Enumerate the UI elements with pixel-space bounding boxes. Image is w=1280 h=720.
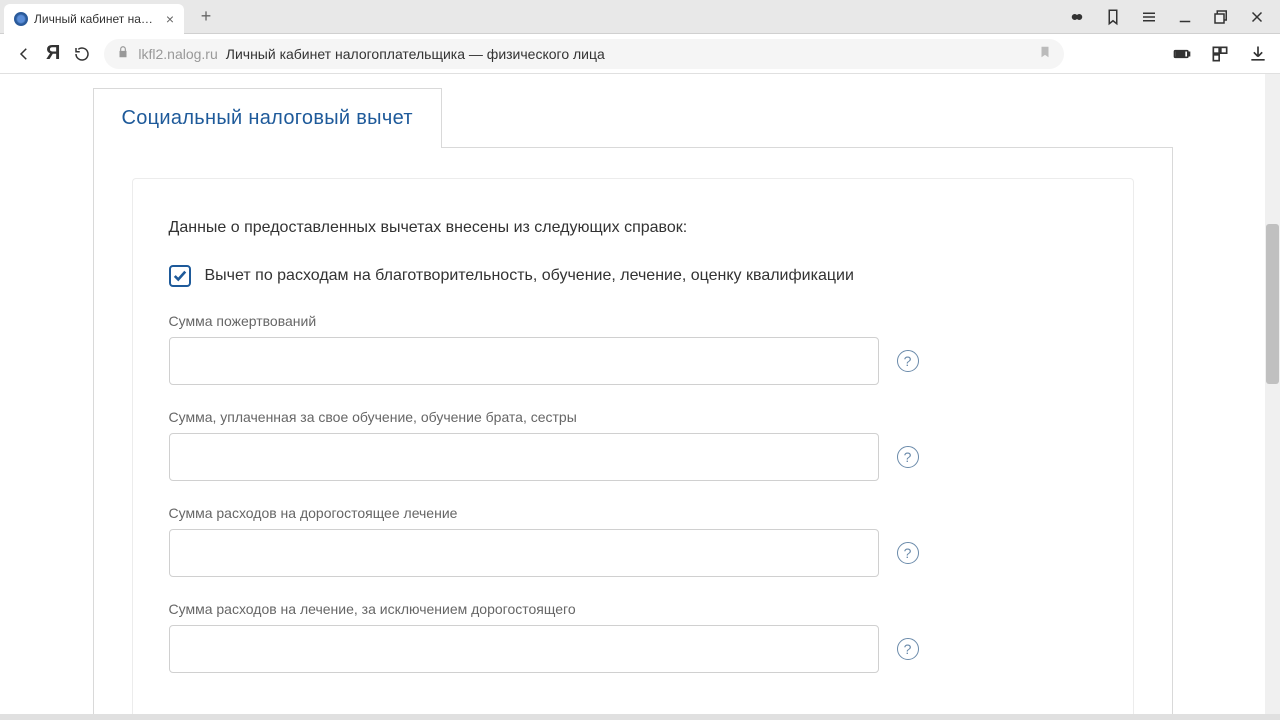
url-box[interactable]: lkfl2.nalog.ru Личный кабинет налогоплат… — [104, 39, 1064, 69]
bookmark-icon[interactable] — [1104, 8, 1122, 26]
donations-input[interactable] — [169, 337, 879, 385]
checkbox-label: Вычет по расходам на благотворительность… — [205, 267, 854, 285]
field-expensive-treatment: Сумма расходов на дорогостоящее лечение … — [169, 505, 1097, 577]
minimize-icon[interactable] — [1176, 8, 1194, 26]
extensions-icon[interactable] — [1210, 44, 1230, 64]
field-donations: Сумма пожертвований ? — [169, 313, 1097, 385]
battery-icon[interactable] — [1172, 44, 1192, 64]
checkbox-row-charity: Вычет по расходам на благотворительность… — [169, 265, 1097, 287]
url-domain: lkfl2.nalog.ru — [138, 46, 217, 62]
treatment-input[interactable] — [169, 625, 879, 673]
tab-title: Личный кабинет налог — [34, 12, 156, 26]
address-right-icons — [1172, 44, 1268, 64]
content-wrap: Социальный налоговый вычет Данные о пред… — [93, 74, 1173, 720]
tab-header-text: Социальный налоговый вычет — [122, 107, 413, 130]
tab-social-deduction[interactable]: Социальный налоговый вычет — [93, 88, 442, 148]
checkbox-charity[interactable] — [169, 265, 191, 287]
incognito-icon[interactable] — [1068, 8, 1086, 26]
form-panel: Данные о предоставленных вычетах внесены… — [132, 178, 1134, 720]
scrollbar-thumb[interactable] — [1266, 224, 1279, 384]
checkmark-icon — [173, 269, 187, 283]
help-icon[interactable]: ? — [897, 542, 919, 564]
help-icon[interactable]: ? — [897, 638, 919, 660]
vertical-scrollbar[interactable] — [1265, 74, 1280, 720]
back-button[interactable] — [12, 42, 36, 66]
expensive-treatment-input[interactable] — [169, 529, 879, 577]
download-icon[interactable] — [1248, 44, 1268, 64]
favicon-icon — [14, 12, 28, 26]
field-label: Сумма расходов на дорогостоящее лечение — [169, 505, 1097, 521]
field-label: Сумма, уплаченная за свое обучение, обуч… — [169, 409, 1097, 425]
bookmark-star-icon[interactable] — [1038, 45, 1052, 62]
url-path: Личный кабинет налогоплательщика — физич… — [226, 46, 605, 62]
window-close-icon[interactable] — [1248, 8, 1266, 26]
window-controls — [1068, 8, 1280, 26]
bottom-bar — [0, 714, 1280, 720]
field-label: Сумма расходов на лечение, за исключение… — [169, 601, 1097, 617]
field-label: Сумма пожертвований — [169, 313, 1097, 329]
field-treatment: Сумма расходов на лечение, за исключение… — [169, 601, 1097, 673]
menu-icon[interactable] — [1140, 8, 1158, 26]
browser-chrome: Личный кабинет налог × + — [0, 0, 1280, 74]
page-viewport: Социальный налоговый вычет Данные о пред… — [0, 74, 1265, 720]
tab-body: Данные о предоставленных вычетах внесены… — [93, 147, 1173, 720]
reload-button[interactable] — [70, 42, 94, 66]
address-bar: Я lkfl2.nalog.ru Личный кабинет налогопл… — [0, 34, 1280, 74]
new-tab-button[interactable]: + — [192, 3, 220, 31]
maximize-icon[interactable] — [1212, 8, 1230, 26]
education-input[interactable] — [169, 433, 879, 481]
lock-icon — [116, 45, 130, 62]
close-icon[interactable]: × — [166, 11, 174, 27]
yandex-logo-icon[interactable]: Я — [46, 42, 60, 65]
tab-bar: Личный кабинет налог × + — [0, 0, 1280, 34]
help-icon[interactable]: ? — [897, 446, 919, 468]
field-education: Сумма, уплаченная за свое обучение, обуч… — [169, 409, 1097, 481]
help-icon[interactable]: ? — [897, 350, 919, 372]
browser-tab[interactable]: Личный кабинет налог × — [4, 4, 184, 34]
intro-text: Данные о предоставленных вычетах внесены… — [169, 219, 1097, 237]
